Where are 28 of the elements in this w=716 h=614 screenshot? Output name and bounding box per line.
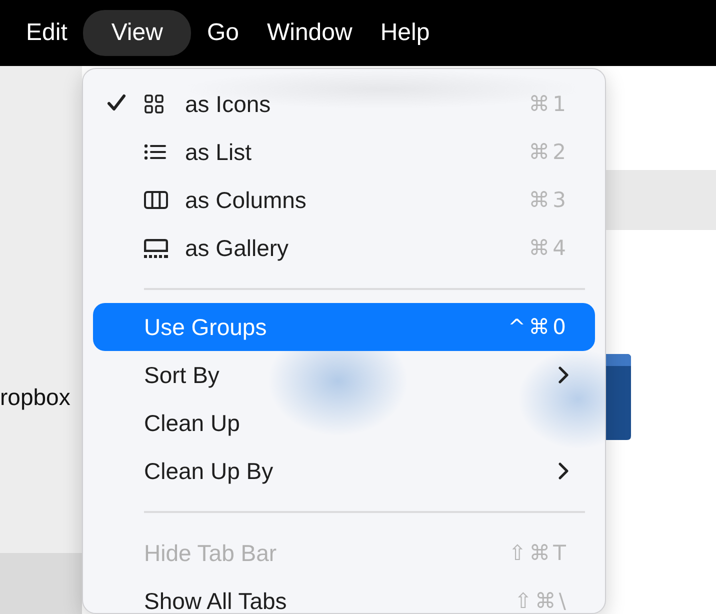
menu-item[interactable]: Show All Tabs ⇧⌘\: [93, 577, 595, 614]
menu-bar-item[interactable]: View: [83, 10, 191, 56]
shortcut-label: ⌘1: [528, 92, 569, 116]
list-icon: [144, 144, 166, 160]
chevron-right-icon: [558, 366, 569, 384]
menu-item[interactable]: as Icons ⌘1: [93, 80, 595, 128]
menu-item[interactable]: Sort By: [93, 351, 595, 399]
shortcut-label: ^⌘0: [508, 315, 569, 339]
menu-bar-item[interactable]: Window: [254, 10, 364, 56]
columns-icon: [144, 191, 168, 209]
menu-bar-item[interactable]: Edit: [14, 10, 80, 56]
menu-item[interactable]: as Columns ⌘3: [93, 176, 595, 224]
shortcut-label: ⌘3: [528, 188, 569, 212]
sidebar-item[interactable]: ropbox: [0, 377, 82, 417]
menu-item[interactable]: Use Groups ^⌘0: [93, 303, 595, 351]
menu-item[interactable]: Clean Up By: [93, 447, 595, 495]
gallery-icon: [144, 238, 168, 258]
menu-item[interactable]: as Gallery ⌘4: [93, 224, 595, 272]
menu-bar-item[interactable]: Help: [368, 10, 442, 56]
shortcut-label: ⌘4: [528, 236, 569, 260]
chevron-right-icon: [558, 462, 569, 480]
shortcut-label: ⇧⌘\: [514, 589, 569, 613]
shortcut-label: ⇧⌘T: [508, 541, 569, 565]
menu-item[interactable]: Clean Up: [93, 399, 595, 447]
grid-icon: [144, 94, 164, 114]
menu-bar-item[interactable]: Go: [194, 10, 251, 56]
menu-item[interactable]: as List ⌘2: [93, 128, 595, 176]
shortcut-label: ⌘2: [528, 140, 569, 164]
